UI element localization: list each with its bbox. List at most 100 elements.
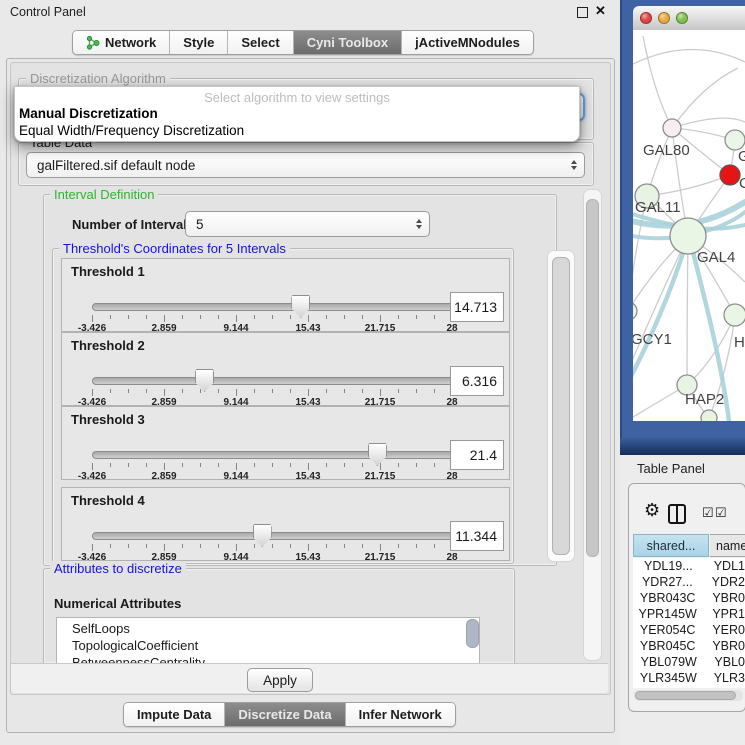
minimize-traffic-light-icon[interactable] (658, 12, 670, 24)
network-canvas[interactable]: GAL80GACGAL11GAL4GCY1HHAP2 (633, 30, 745, 421)
table-row[interactable]: YER054CYER0 (633, 622, 745, 638)
table-row[interactable]: YLR345WYLR3 (633, 670, 745, 686)
tab-network[interactable]: Network (73, 31, 170, 54)
window-bottom-shadow (620, 438, 745, 455)
tab-style[interactable]: Style (170, 31, 228, 54)
tick-label: 28 (446, 471, 457, 482)
network-node[interactable] (725, 130, 745, 150)
apply-button[interactable]: Apply (247, 668, 313, 692)
tick-mark (200, 544, 201, 548)
network-node[interactable] (701, 410, 717, 421)
tick-mark (326, 315, 327, 319)
tick-label: 2.859 (151, 471, 176, 482)
algorithm-placeholder: Select algorithm to view settings (15, 90, 579, 105)
network-window-titlebar[interactable] (633, 6, 745, 31)
tick-mark (380, 389, 381, 396)
network-node-label: GAL11 (635, 199, 681, 216)
slider-track[interactable] (92, 377, 454, 385)
tick-mark (164, 315, 165, 322)
tick-mark (236, 315, 237, 322)
list-scrollbar-thumb[interactable] (466, 619, 479, 648)
network-node[interactable] (663, 119, 681, 137)
column-header-shared-name[interactable]: shared... (633, 534, 709, 557)
tick-mark (200, 463, 201, 467)
table-row[interactable]: YBL079WYBL0 (633, 654, 745, 670)
horizontal-scrollbar[interactable] (634, 690, 743, 701)
table-data-combobox[interactable]: galFiltered.sif default node (26, 152, 585, 178)
threshold-4-panel: Threshold 4 -3.4262.8599.14415.4321.7152… (61, 487, 510, 561)
network-node[interactable] (724, 304, 745, 326)
checkbox-icon[interactable]: ☑ (715, 505, 727, 521)
panel-scrollbar-thumb[interactable] (586, 199, 599, 557)
tick-mark (416, 544, 417, 548)
list-item[interactable]: TopologicalCoefficient (57, 637, 479, 654)
slider-track[interactable] (92, 303, 454, 311)
tick-mark (416, 389, 417, 393)
control-panel: Control Panel ✕ Network Style Select Cyn… (0, 0, 620, 745)
network-node[interactable] (720, 165, 740, 185)
slider-ticks (92, 463, 452, 471)
tick-mark (308, 463, 309, 470)
slider-tick-labels: -3.4262.8599.14415.4321.71528 (92, 471, 452, 482)
slider-ticks (92, 315, 452, 323)
network-node[interactable] (633, 302, 637, 320)
network-node-label: GAL80 (643, 142, 690, 159)
network-node-label: GCY1 (633, 331, 672, 348)
slider-track[interactable] (92, 532, 454, 540)
threshold-4-value-field[interactable]: 11.344 (450, 521, 504, 551)
tab-infer-network[interactable]: Infer Network (346, 703, 455, 726)
float-window-icon[interactable] (577, 7, 588, 18)
tick-mark (326, 544, 327, 548)
tick-mark (290, 315, 291, 319)
thresholds-scrollbar-thumb[interactable] (552, 257, 570, 555)
tick-mark (272, 463, 273, 467)
zoom-traffic-light-icon[interactable] (676, 12, 688, 24)
threshold-2-panel: Threshold 2 -3.4262.8599.14415.4321.7152… (61, 332, 510, 406)
table-row[interactable]: YDL19...YDL1 (633, 558, 745, 574)
threshold-2-value-field[interactable]: 6.316 (450, 366, 504, 396)
close-icon[interactable]: ✕ (595, 3, 606, 19)
numerical-attributes-label: Numerical Attributes (54, 596, 181, 611)
slider-track[interactable] (92, 451, 454, 459)
columns-icon[interactable] (668, 504, 686, 524)
tick-mark (128, 463, 129, 467)
threshold-2-slider: -3.4262.8599.14415.4321.71528 (92, 369, 452, 405)
tab-select[interactable]: Select (228, 31, 293, 54)
tick-mark (128, 544, 129, 548)
threshold-3-value-field[interactable]: 21.4 (450, 440, 504, 470)
tick-mark (218, 389, 219, 393)
tab-cyni-toolbox[interactable]: Cyni Toolbox (294, 31, 402, 54)
tick-mark (254, 389, 255, 393)
thresholds-scrollbar[interactable] (547, 250, 575, 562)
tick-mark (272, 315, 273, 319)
table-rows[interactable]: YDL19...YDL1 YDR27...YDR2 YBR043CYBR0 YP… (633, 558, 745, 688)
table-row[interactable]: YBR045CYBR0 (633, 638, 745, 654)
popup-item-manual-discretization[interactable]: Manual Discretization (19, 106, 158, 121)
close-traffic-light-icon[interactable] (640, 12, 652, 24)
number-of-intervals-combobox[interactable]: 5 (185, 211, 430, 237)
tab-discretize-data[interactable]: Discretize Data (225, 703, 345, 726)
column-header-name[interactable]: name (710, 534, 745, 557)
gear-icon[interactable]: ⚙ (644, 500, 660, 521)
table-panel: Table Panel ⚙ ☑ ☑ shared... name YDL19..… (620, 455, 745, 745)
tab-impute-data[interactable]: Impute Data (124, 703, 225, 726)
tab-jactivemnodules[interactable]: jActiveMNodules (402, 31, 533, 54)
threshold-1-value-field[interactable]: 14.713 (450, 292, 504, 322)
table-row[interactable]: YIL052CYIL0 (633, 686, 745, 688)
table-row[interactable]: YDR27...YDR2 (633, 574, 745, 590)
table-row[interactable]: YPR145WYPR1 (633, 606, 745, 622)
panel-scrollbar[interactable] (583, 189, 602, 661)
tick-mark (344, 315, 345, 319)
discretization-algorithm-label: Discretization Algorithm (26, 71, 170, 86)
table-row[interactable]: YBR043CYBR0 (633, 590, 745, 606)
tick-label: 21.715 (365, 552, 396, 563)
list-item[interactable]: SelfLoops (57, 620, 479, 637)
threshold-3-label: Threshold 3 (71, 412, 145, 427)
popup-item-equal-width-frequency[interactable]: Equal Width/Frequency Discretization (19, 123, 244, 138)
combo-stepper-icon (571, 160, 577, 170)
tick-mark (362, 463, 363, 467)
checkbox-icon[interactable]: ☑ (702, 505, 714, 521)
tick-mark (218, 315, 219, 319)
horizontal-scrollbar-thumb[interactable] (635, 691, 736, 700)
numerical-attributes-list[interactable]: SelfLoops TopologicalCoefficient Between… (56, 617, 480, 664)
